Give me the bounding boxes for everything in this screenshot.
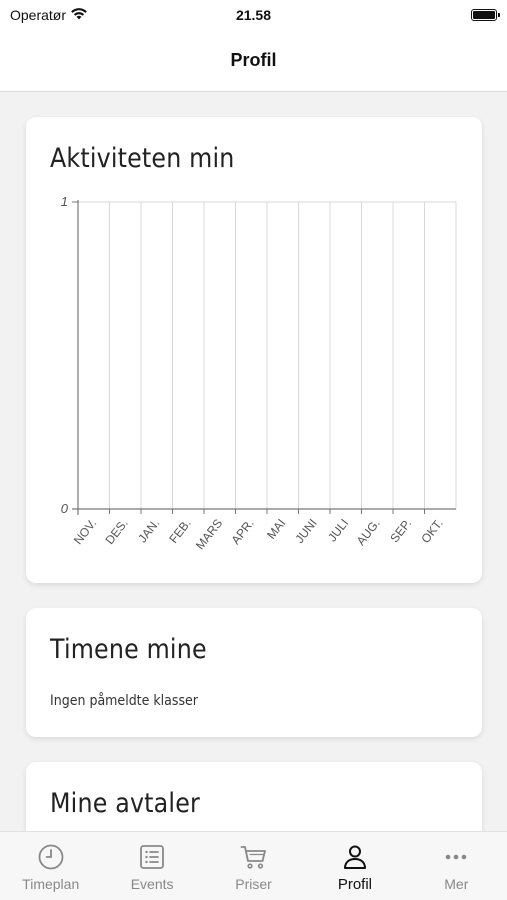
tab-priser[interactable]: Priser: [203, 832, 304, 900]
list-icon: [140, 845, 165, 869]
tab-timeplan[interactable]: Timeplan: [0, 832, 101, 900]
tab-events[interactable]: Events: [101, 832, 202, 900]
tab-label: Mer: [444, 876, 469, 892]
tab-label: Priser: [235, 876, 272, 892]
activity-card: Aktiviteten min 0 1 NOV. DES. JAN. FEB. MARS AP…: [26, 117, 482, 583]
classes-card[interactable]: Timene mine Ingen påmeldte klasser: [26, 608, 482, 737]
chart-x-tick-label: MAI: [264, 516, 288, 541]
status-left: Operatør: [10, 7, 160, 23]
page-title: Profil: [230, 50, 277, 70]
tab-profil[interactable]: Profil: [304, 832, 405, 900]
more-icon: [446, 854, 467, 860]
tab-label: Profil: [337, 876, 373, 893]
chart-x-tick-label: JAN.: [135, 516, 162, 545]
battery-icon: [470, 9, 500, 21]
status-right: [347, 9, 500, 21]
person-icon: [343, 845, 366, 869]
chart-x-tick-label: JUNI: [292, 516, 319, 546]
chart-x-tick-label: OKT.: [418, 516, 445, 546]
cart-icon: [240, 846, 266, 869]
chart-y-tick-label: 1: [61, 194, 68, 209]
activity-chart: 0 1 NOV. DES. JAN. FEB. MARS APR. MAI JUNI JULI AUG…: [61, 194, 457, 552]
chart-x-tick-label: JULI: [325, 516, 351, 544]
appointments-card-title: Mine avtaler: [50, 788, 200, 819]
chart-y-tick-label: 0: [61, 501, 69, 516]
carrier-name: Operatør: [10, 7, 67, 23]
nav-bar: Profil: [0, 30, 507, 92]
classes-empty-text: Ingen påmeldte klasser: [50, 693, 198, 709]
tab-bar: Timeplan Events Priser Profil Mer: [0, 831, 507, 900]
wifi-icon: [70, 7, 88, 23]
tab-label: Timeplan: [22, 876, 80, 892]
chart-x-tick-label: SEP.: [387, 516, 414, 545]
status-time: 21.58: [235, 7, 272, 23]
clock-icon: [38, 844, 64, 870]
status-bar: Operatør 21.58: [0, 0, 507, 30]
chart-x-tick-label: MARS: [193, 516, 225, 552]
chart-x-tick-label: AUG.: [354, 516, 383, 548]
tab-mer[interactable]: Mer: [406, 832, 507, 900]
chart-x-tick-label: FEB.: [166, 516, 193, 546]
chart-x-tick-label: APR.: [228, 516, 256, 547]
chart-x-tick-label: DES.: [102, 516, 130, 547]
chart-x-tick-label: NOV.: [71, 516, 99, 547]
tab-label: Events: [130, 876, 174, 892]
classes-card-title: Timene mine: [50, 634, 207, 665]
